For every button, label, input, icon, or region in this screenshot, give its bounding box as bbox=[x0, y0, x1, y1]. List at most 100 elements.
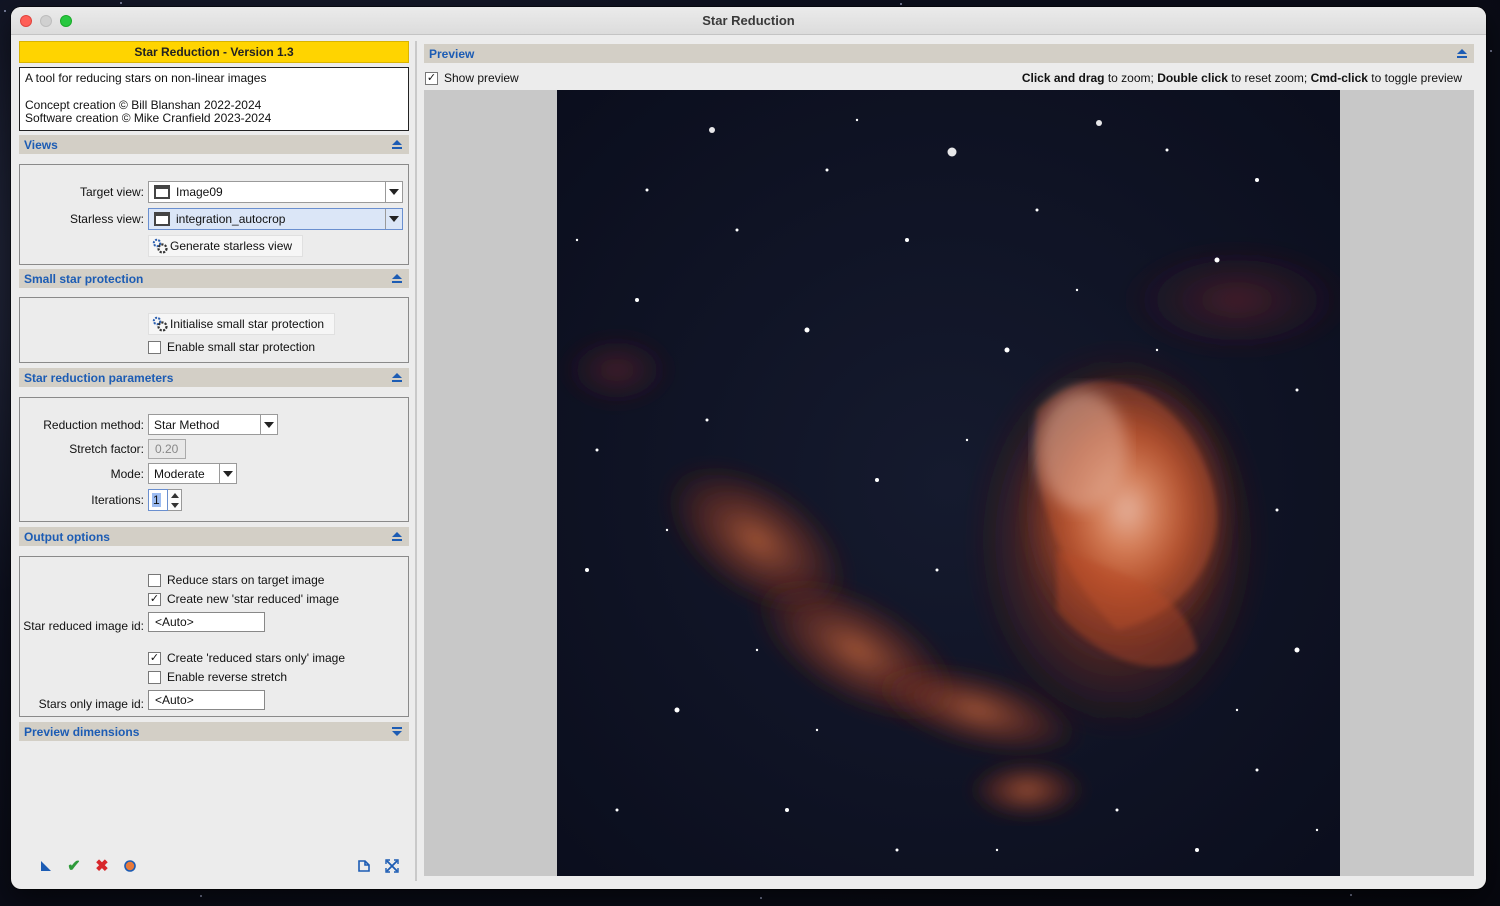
small-star-section-header[interactable]: Small star protection bbox=[19, 269, 409, 288]
iterations-input[interactable]: 1 bbox=[148, 489, 168, 511]
iterations-label: Iterations: bbox=[91, 493, 144, 507]
reset-circle-icon[interactable] bbox=[121, 857, 139, 875]
hint-reset: to reset zoom; bbox=[1227, 71, 1311, 85]
hint-click-drag: Click and drag bbox=[1021, 71, 1105, 85]
enable-small-star-checkbox[interactable] bbox=[148, 340, 161, 354]
iterations-spinner[interactable]: 1 bbox=[148, 489, 182, 511]
software-credit: Software creation © Mike Cranfield 2023-… bbox=[25, 111, 272, 125]
mode-value: Moderate bbox=[154, 466, 205, 481]
preview-hint: Click and drag to zoom; Double click to … bbox=[1022, 71, 1462, 85]
collapse-up-icon[interactable] bbox=[390, 530, 404, 544]
stretch-factor-label: Stretch factor: bbox=[69, 442, 144, 456]
description-text: A tool for reducing stars on non-linear … bbox=[25, 71, 267, 85]
enable-small-star-label: Enable small star protection bbox=[167, 340, 316, 354]
hint-cmd-click: Cmd-click bbox=[1310, 71, 1368, 85]
starless-view-value: integration_autocrop bbox=[176, 212, 286, 226]
views-section-header[interactable]: Views bbox=[19, 135, 409, 154]
show-preview-checkbox[interactable]: ✓ bbox=[425, 71, 438, 85]
output-section-title: Output options bbox=[24, 529, 110, 544]
reduction-method-label: Reduction method: bbox=[43, 417, 144, 432]
panel-divider[interactable] bbox=[415, 41, 417, 881]
chevron-down-icon[interactable] bbox=[385, 209, 402, 229]
starless-view-select[interactable]: integration_autocrop bbox=[148, 208, 403, 230]
execute-check-icon[interactable]: ✔ bbox=[65, 857, 83, 875]
reset-expand-icon[interactable] bbox=[383, 857, 401, 875]
create-reduced-checkbox[interactable]: ✓ bbox=[148, 592, 161, 606]
preview-dims-section-title: Preview dimensions bbox=[24, 724, 140, 739]
show-preview-row: ✓ Show preview bbox=[425, 71, 519, 85]
reverse-stretch-label: Enable reverse stretch bbox=[167, 670, 288, 684]
preview-body: ✓ Show preview Click and drag to zoom; D… bbox=[424, 63, 1474, 876]
collapse-up-icon[interactable] bbox=[390, 371, 404, 385]
show-preview-label: Show preview bbox=[444, 71, 519, 85]
stars-only-id-input[interactable]: <Auto> bbox=[148, 690, 265, 710]
chevron-down-icon[interactable] bbox=[219, 464, 236, 483]
star-reduction-window: Star Reduction Star Reduction - Version … bbox=[11, 7, 1486, 889]
gears-icon bbox=[152, 238, 168, 254]
preview-area[interactable] bbox=[424, 90, 1474, 876]
collapse-up-icon[interactable] bbox=[390, 272, 404, 286]
stretch-factor-input[interactable]: 0.20 bbox=[148, 439, 186, 459]
params-section-body: Reduction method: Star Method Stretch fa… bbox=[19, 397, 409, 522]
mode-select[interactable]: Moderate bbox=[148, 463, 237, 484]
chevron-down-icon[interactable] bbox=[260, 415, 277, 434]
hint-double-click: Double click bbox=[1157, 71, 1228, 85]
minimize-window-button[interactable] bbox=[40, 15, 52, 27]
settings-panel: Star Reduction - Version 1.3 A tool for … bbox=[19, 41, 409, 881]
collapse-up-icon[interactable] bbox=[390, 138, 404, 152]
gears-icon bbox=[152, 316, 168, 332]
cancel-x-icon[interactable]: ✖ bbox=[93, 857, 111, 875]
views-section-body: Target view: Image09 Starless view: inte… bbox=[19, 164, 409, 265]
preview-section-title: Preview bbox=[429, 46, 475, 61]
create-stars-only-checkbox[interactable]: ✓ bbox=[148, 651, 161, 665]
iterations-value: 1 bbox=[152, 493, 161, 507]
concept-credit: Concept creation © Bill Blanshan 2022-20… bbox=[25, 97, 262, 112]
window-title: Star Reduction bbox=[702, 13, 795, 28]
reduction-method-select[interactable]: Star Method bbox=[148, 414, 278, 435]
params-section-header[interactable]: Star reduction parameters bbox=[19, 368, 409, 387]
preview-panel: Preview ✓ Show preview Click and drag to… bbox=[424, 44, 1474, 876]
reverse-stretch-checkbox[interactable] bbox=[148, 670, 161, 684]
reduce-target-checkbox[interactable] bbox=[148, 573, 161, 587]
create-stars-only-label: Create 'reduced stars only' image bbox=[167, 651, 346, 665]
reduce-target-label: Reduce stars on target image bbox=[167, 573, 325, 587]
params-section-title: Star reduction parameters bbox=[24, 370, 174, 385]
output-section-header[interactable]: Output options bbox=[19, 527, 409, 546]
new-instance-icon[interactable] bbox=[37, 857, 55, 875]
create-reduced-label: Create new 'star reduced' image bbox=[167, 592, 340, 606]
decrement-icon[interactable] bbox=[170, 502, 179, 508]
init-small-star-button[interactable]: Initialise small star protection bbox=[148, 313, 336, 335]
reduction-method-value: Star Method bbox=[154, 417, 220, 432]
window-controls bbox=[20, 15, 72, 27]
target-view-label: Target view: bbox=[79, 185, 144, 199]
spinner-arrows[interactable] bbox=[168, 489, 182, 511]
target-view-value: Image09 bbox=[176, 185, 223, 199]
collapse-up-icon[interactable] bbox=[1455, 47, 1469, 61]
starless-view-label: Starless view: bbox=[69, 212, 144, 226]
preview-dims-section-header[interactable]: Preview dimensions bbox=[19, 722, 409, 741]
image-window-icon bbox=[154, 185, 170, 199]
close-window-button[interactable] bbox=[20, 15, 32, 27]
maximize-window-button[interactable] bbox=[60, 15, 72, 27]
increment-icon[interactable] bbox=[170, 492, 179, 498]
chevron-down-icon[interactable] bbox=[385, 182, 402, 202]
init-small-star-label: Initialise small star protection bbox=[170, 317, 325, 331]
views-section-title: Views bbox=[24, 137, 58, 152]
hint-zoom: to zoom; bbox=[1104, 71, 1158, 85]
expand-down-icon[interactable] bbox=[390, 725, 404, 739]
description-box: A tool for reducing stars on non-linear … bbox=[19, 67, 409, 131]
preview-section-header[interactable]: Preview bbox=[424, 44, 1474, 63]
small-star-section-title: Small star protection bbox=[24, 271, 144, 286]
bottom-toolbar: ✔ ✖ bbox=[19, 851, 409, 881]
nebula-preview-image[interactable] bbox=[557, 90, 1340, 876]
output-section-body: Reduce stars on target image ✓ Create ne… bbox=[19, 556, 409, 717]
generate-starless-button[interactable]: Generate starless view bbox=[148, 235, 304, 257]
documentation-icon[interactable] bbox=[355, 857, 373, 875]
stars-only-id-label: Stars only image id: bbox=[38, 697, 144, 711]
mode-label: Mode: bbox=[110, 466, 144, 481]
hint-toggle: to toggle preview bbox=[1367, 71, 1462, 85]
reduced-id-input[interactable]: <Auto> bbox=[148, 612, 265, 632]
target-view-select[interactable]: Image09 bbox=[148, 181, 403, 203]
reduced-id-label: Star reduced image id: bbox=[23, 619, 144, 633]
image-window-icon bbox=[154, 212, 170, 226]
